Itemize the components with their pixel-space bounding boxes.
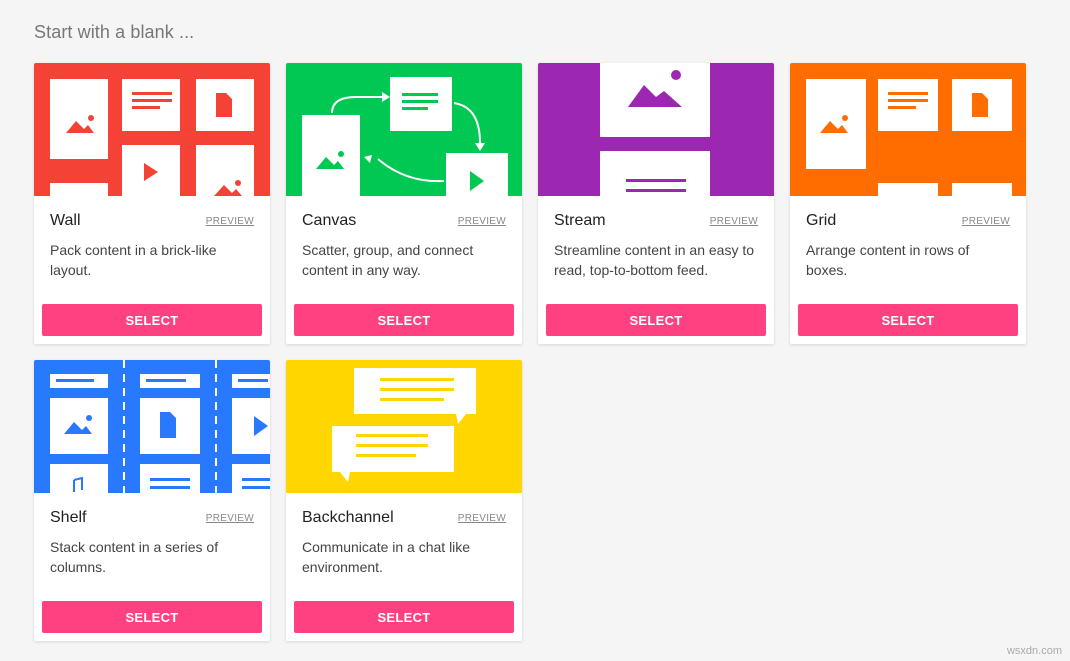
template-card-grid: Grid PREVIEW Arrange content in rows of …: [790, 63, 1026, 344]
card-title: Stream: [554, 212, 606, 229]
card-description: Arrange content in rows of boxes.: [806, 242, 970, 278]
card-title: Grid: [806, 212, 837, 229]
card-title: Backchannel: [302, 509, 394, 526]
template-card-shelf: Shelf PREVIEW Stack content in a series …: [34, 360, 270, 641]
wall-layout-icon: [34, 63, 270, 196]
select-button-wall[interactable]: SELECT: [42, 304, 262, 336]
card-title: Wall: [50, 212, 81, 229]
select-button-shelf[interactable]: SELECT: [42, 601, 262, 633]
card-title: Shelf: [50, 509, 87, 526]
preview-link[interactable]: PREVIEW: [206, 216, 254, 227]
page-heading: Start with a blank ...: [34, 22, 195, 42]
select-button-canvas[interactable]: SELECT: [294, 304, 514, 336]
select-button-grid[interactable]: SELECT: [798, 304, 1018, 336]
canvas-layout-icon: [286, 63, 522, 196]
grid-layout-icon: [790, 63, 1026, 196]
template-card-canvas: Canvas PREVIEW Scatter, group, and conne…: [286, 63, 522, 344]
template-card-wall: Wall PREVIEW Pack content in a brick-lik…: [34, 63, 270, 344]
preview-link[interactable]: PREVIEW: [458, 216, 506, 227]
preview-link[interactable]: PREVIEW: [458, 513, 506, 524]
card-description: Pack content in a brick-like layout.: [50, 242, 217, 278]
card-description: Scatter, group, and connect content in a…: [302, 242, 474, 278]
shelf-layout-icon: [34, 360, 270, 493]
preview-link[interactable]: PREVIEW: [206, 513, 254, 524]
preview-link[interactable]: PREVIEW: [962, 216, 1010, 227]
template-card-stream: Stream PREVIEW Streamline content in an …: [538, 63, 774, 344]
card-title: Canvas: [302, 212, 357, 229]
card-description: Streamline content in an easy to read, t…: [554, 242, 755, 278]
stream-layout-icon: [538, 63, 774, 196]
card-description: Communicate in a chat like environment.: [302, 539, 471, 575]
select-button-backchannel[interactable]: SELECT: [294, 601, 514, 633]
select-button-stream[interactable]: SELECT: [546, 304, 766, 336]
template-card-backchannel: Backchannel PREVIEW Communicate in a cha…: [286, 360, 522, 641]
watermark: wsxdn.com: [1006, 645, 1062, 657]
backchannel-layout-icon: [286, 360, 522, 493]
card-description: Stack content in a series of columns.: [50, 539, 219, 575]
template-grid: Wall PREVIEW Pack content in a brick-lik…: [34, 63, 1026, 641]
preview-link[interactable]: PREVIEW: [710, 216, 758, 227]
